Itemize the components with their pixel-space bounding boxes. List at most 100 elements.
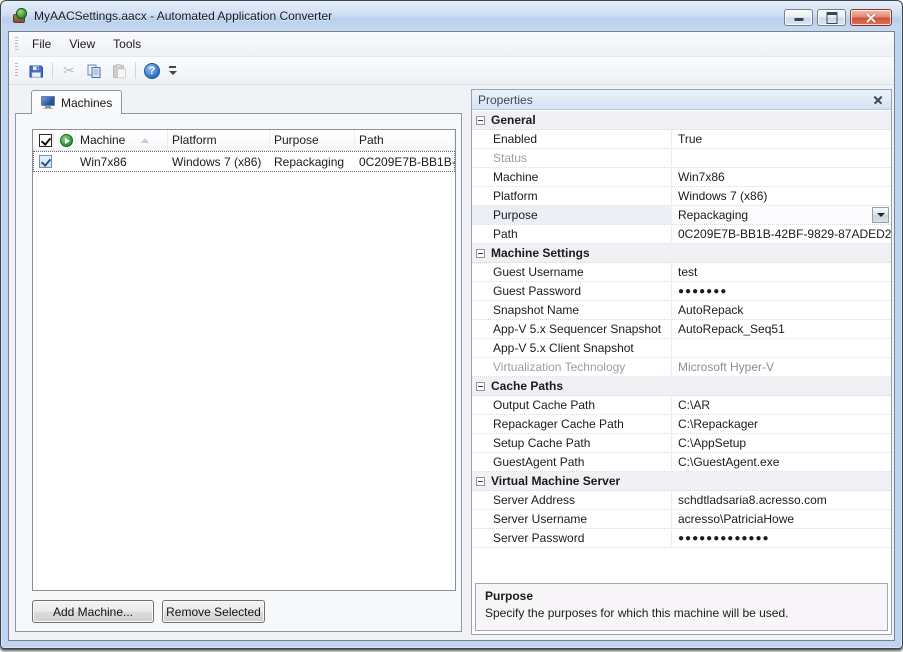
- property-value[interactable]: AutoRepack: [672, 301, 891, 319]
- property-value[interactable]: acresso\PatriciaHowe: [672, 510, 891, 528]
- property-label: Path: [472, 225, 672, 243]
- save-button[interactable]: [24, 59, 48, 82]
- property-row-appv-client-snapshot[interactable]: App-V 5.x Client Snapshot: [472, 339, 891, 358]
- dropdown-button[interactable]: [872, 207, 889, 223]
- property-row-machine[interactable]: Machine Win7x86: [472, 168, 891, 187]
- property-row-output-cache-path[interactable]: Output Cache Path C:\AR: [472, 396, 891, 415]
- property-value[interactable]: C:\GuestAgent.exe: [672, 453, 891, 471]
- property-row-virtualization-technology[interactable]: Virtualization Technology Microsoft Hype…: [472, 358, 891, 377]
- collapse-icon[interactable]: [476, 116, 485, 125]
- property-row-purpose[interactable]: Purpose Repackaging: [472, 206, 891, 225]
- property-value-masked[interactable]: ●●●●●●●●●●●●●: [672, 529, 891, 547]
- category-label: General: [491, 113, 536, 127]
- column-header-purpose[interactable]: Purpose: [270, 130, 355, 150]
- cut-button[interactable]: ✂: [57, 59, 81, 82]
- minimize-button[interactable]: [784, 9, 813, 26]
- property-value[interactable]: C:\AR: [672, 396, 891, 414]
- cell-path: 0C209E7B-BB1B-...: [355, 155, 455, 169]
- column-header-path[interactable]: Path: [355, 130, 455, 150]
- close-button[interactable]: [850, 9, 892, 26]
- property-label: GuestAgent Path: [472, 453, 672, 471]
- titlebar[interactable]: MyAACSettings.aacx - Automated Applicati…: [2, 1, 901, 31]
- property-value[interactable]: Repackaging: [672, 206, 891, 224]
- category-virtual-machine-server[interactable]: Virtual Machine Server: [472, 472, 891, 491]
- sort-ascending-icon: [141, 138, 149, 143]
- machines-tab-page: Machine Platform Purpose Path: [15, 113, 462, 632]
- properties-close-icon[interactable]: [871, 93, 885, 107]
- property-value[interactable]: 0C209E7B-BB1B-42BF-9829-87ADED2EB: [672, 225, 891, 243]
- row-checkbox-cell: [33, 155, 54, 168]
- category-general[interactable]: General: [472, 111, 891, 130]
- property-label: Server Password: [472, 529, 672, 547]
- column-header-machine[interactable]: Machine: [76, 130, 168, 150]
- category-cache-paths[interactable]: Cache Paths: [472, 377, 891, 396]
- select-all-column-header[interactable]: [33, 130, 54, 150]
- property-value[interactable]: [672, 339, 891, 357]
- cut-icon: ✂: [63, 62, 75, 79]
- property-label: Repackager Cache Path: [472, 415, 672, 433]
- copy-button[interactable]: [82, 59, 106, 82]
- property-row-guest-password[interactable]: Guest Password ●●●●●●●: [472, 282, 891, 301]
- property-row-appv-sequencer-snapshot[interactable]: App-V 5.x Sequencer Snapshot AutoRepack_…: [472, 320, 891, 339]
- property-row-guest-username[interactable]: Guest Username test: [472, 263, 891, 282]
- table-row[interactable]: Win7x86 Windows 7 (x86) Repackaging 0C20…: [33, 151, 455, 172]
- property-value[interactable]: schdtladsaria8.acresso.com: [672, 491, 891, 509]
- add-machine-button[interactable]: Add Machine...: [32, 600, 154, 623]
- property-row-guestagent-path[interactable]: GuestAgent Path C:\GuestAgent.exe: [472, 453, 891, 472]
- property-value[interactable]: test: [672, 263, 891, 281]
- property-row-status[interactable]: Status: [472, 149, 891, 168]
- property-label: App-V 5.x Sequencer Snapshot: [472, 320, 672, 338]
- tab-machines[interactable]: Machines: [31, 90, 122, 114]
- menu-tools[interactable]: Tools: [104, 33, 150, 55]
- collapse-icon[interactable]: [476, 477, 485, 486]
- property-row-platform[interactable]: Platform Windows 7 (x86): [472, 187, 891, 206]
- properties-panel-header: Properties: [472, 90, 891, 110]
- property-row-server-password[interactable]: Server Password ●●●●●●●●●●●●●: [472, 529, 891, 548]
- category-machine-settings[interactable]: Machine Settings: [472, 244, 891, 263]
- property-label: Output Cache Path: [472, 396, 672, 414]
- property-label: Snapshot Name: [472, 301, 672, 319]
- maximize-button[interactable]: [817, 9, 846, 26]
- purpose-value-text: Repackaging: [678, 208, 748, 222]
- menu-file[interactable]: File: [23, 33, 60, 55]
- property-label: Setup Cache Path: [472, 434, 672, 452]
- property-value: [672, 149, 891, 167]
- property-row-server-address[interactable]: Server Address schdtladsaria8.acresso.co…: [472, 491, 891, 510]
- property-value[interactable]: Win7x86: [672, 168, 891, 186]
- property-value[interactable]: AutoRepack_Seq51: [672, 320, 891, 338]
- toolbar-separator: [52, 62, 53, 79]
- property-row-enabled[interactable]: Enabled True: [472, 130, 891, 149]
- status-column-header[interactable]: [54, 130, 76, 150]
- paste-button[interactable]: [107, 59, 131, 82]
- property-row-path[interactable]: Path 0C209E7B-BB1B-42BF-9829-87ADED2EB: [472, 225, 891, 244]
- property-value[interactable]: C:\AppSetup: [672, 434, 891, 452]
- column-header-platform-label: Platform: [172, 133, 217, 147]
- toolbar: ✂ ?: [9, 57, 894, 85]
- property-row-repackager-cache-path[interactable]: Repackager Cache Path C:\Repackager: [472, 415, 891, 434]
- property-value[interactable]: True: [672, 130, 891, 148]
- property-value-masked[interactable]: ●●●●●●●: [672, 282, 891, 300]
- column-header-path-label: Path: [359, 133, 384, 147]
- toolbar-separator: [135, 62, 136, 79]
- cell-machine: Win7x86: [76, 155, 168, 169]
- collapse-icon[interactable]: [476, 249, 485, 258]
- row-checkbox[interactable]: [39, 155, 52, 168]
- property-label: Virtualization Technology: [472, 358, 672, 376]
- copy-icon: [86, 63, 102, 79]
- column-header-purpose-label: Purpose: [274, 133, 319, 147]
- property-value[interactable]: C:\Repackager: [672, 415, 891, 433]
- toolbar-overflow-button[interactable]: [167, 59, 180, 82]
- remove-selected-button[interactable]: Remove Selected: [162, 600, 265, 623]
- property-row-snapshot-name[interactable]: Snapshot Name AutoRepack: [472, 301, 891, 320]
- collapse-icon[interactable]: [476, 382, 485, 391]
- help-button[interactable]: ?: [140, 59, 164, 82]
- select-all-checkbox[interactable]: [39, 134, 52, 147]
- property-label: Server Username: [472, 510, 672, 528]
- menu-view[interactable]: View: [60, 33, 104, 55]
- property-label: Guest Username: [472, 263, 672, 281]
- column-header-platform[interactable]: Platform: [168, 130, 270, 150]
- property-value[interactable]: Windows 7 (x86): [672, 187, 891, 205]
- tab-machines-label: Machines: [61, 96, 112, 110]
- property-row-setup-cache-path[interactable]: Setup Cache Path C:\AppSetup: [472, 434, 891, 453]
- property-row-server-username[interactable]: Server Username acresso\PatriciaHowe: [472, 510, 891, 529]
